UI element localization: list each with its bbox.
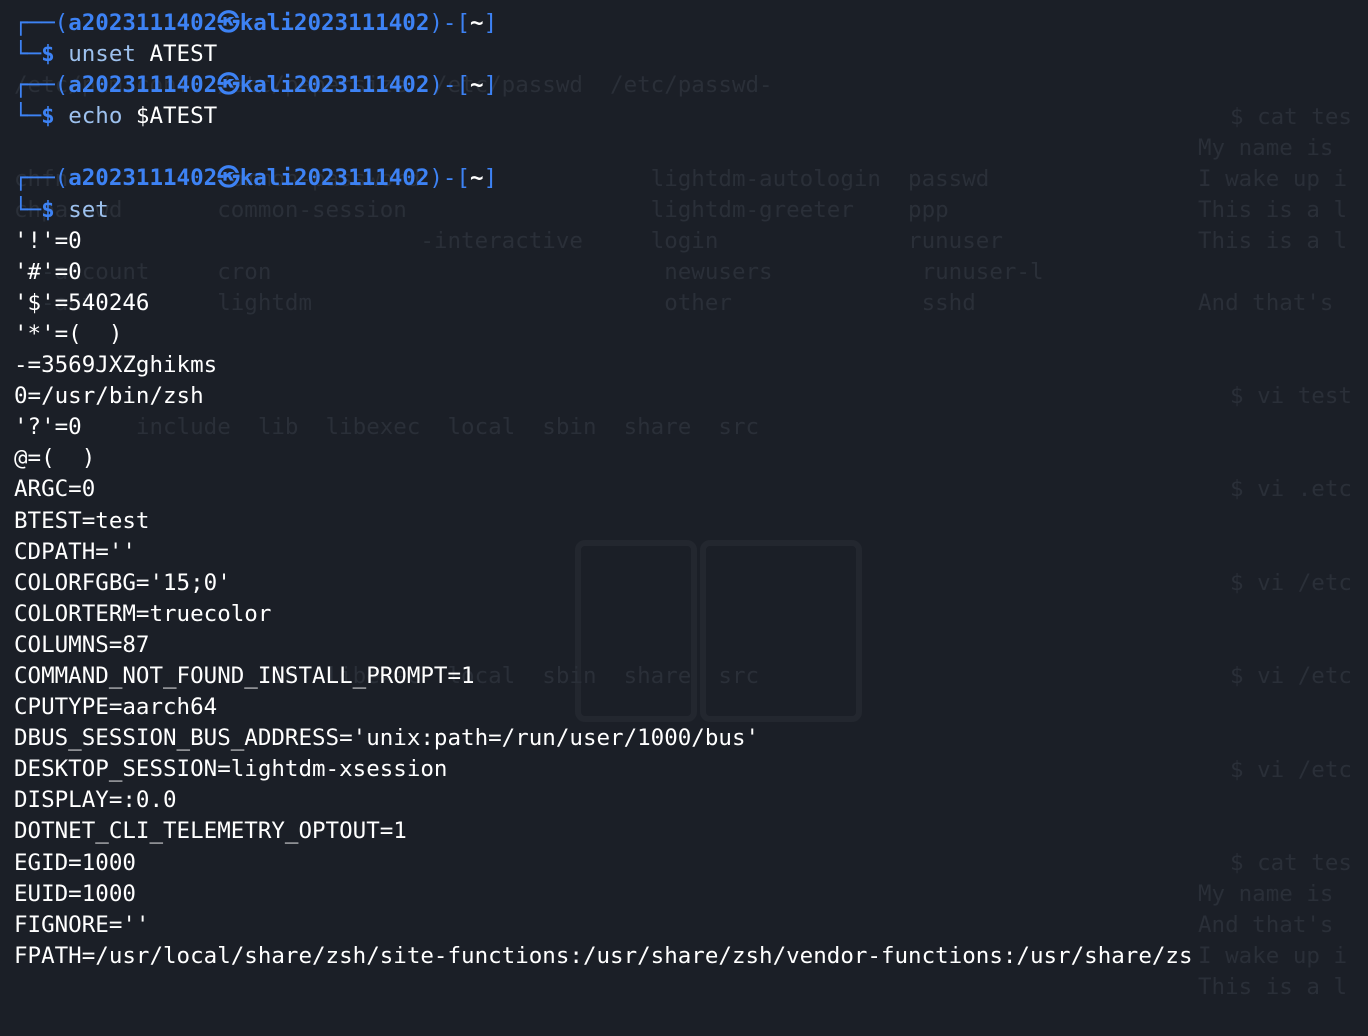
prompt-dollar: $ bbox=[41, 196, 69, 223]
output-line: '#'=0 bbox=[14, 258, 82, 285]
prompt-user: a2023111402 bbox=[68, 10, 218, 36]
output-line: -=3569JXZghikms bbox=[14, 352, 218, 379]
output-line: '$'=540246 bbox=[14, 289, 150, 316]
output-line: BTEST=test bbox=[14, 507, 150, 534]
prompt-bracket: ] bbox=[483, 10, 498, 36]
command-name: set bbox=[68, 196, 109, 223]
output-line: DESKTOP_SESSION=lightdm-xsession bbox=[14, 756, 448, 783]
prompt-host: kali2023111402 bbox=[239, 10, 430, 36]
output-line: DISPLAY=:0.0 bbox=[14, 787, 177, 814]
prompt-frame-bottom: └─ bbox=[14, 103, 42, 130]
output-line: DOTNET_CLI_TELEMETRY_OPTOUT=1 bbox=[14, 818, 407, 845]
prompt-header: ┌──(a2023111402㉿kali2023111402)-[~] bbox=[14, 163, 1368, 194]
prompt-cwd: ~ bbox=[470, 165, 484, 192]
prompt-skull-icon: ㉿ bbox=[217, 165, 240, 192]
prompt-host: kali2023111402 bbox=[239, 165, 430, 192]
prompt-frame-top: ┌──( bbox=[14, 72, 69, 99]
output-line: FPATH=/usr/local/share/zsh/site-function… bbox=[14, 942, 1193, 969]
output-line: CPUTYPE=aarch64 bbox=[14, 694, 218, 721]
command-name: echo bbox=[68, 103, 123, 130]
prompt-dollar: $ bbox=[41, 41, 69, 68]
prompt-frame-bottom: └─ bbox=[14, 41, 42, 68]
output-line: DBUS_SESSION_BUS_ADDRESS='unix:path=/run… bbox=[14, 725, 760, 752]
output-line: EUID=1000 bbox=[14, 880, 136, 907]
output-line: '*'=( ) bbox=[14, 320, 123, 347]
prompt-frame-top: ┌──( bbox=[14, 165, 69, 192]
prompt-host: kali2023111402 bbox=[239, 72, 430, 99]
output-line: COMMAND_NOT_FOUND_INSTALL_PROMPT=1 bbox=[14, 662, 475, 689]
command-args: ATEST bbox=[135, 41, 218, 68]
output-line: '?'=0 bbox=[14, 414, 82, 441]
output-line: COLUMNS=87 bbox=[14, 631, 150, 658]
prompt-command-line: └─$ unset ATEST bbox=[14, 39, 1368, 70]
prompt-cwd: ~ bbox=[470, 72, 484, 99]
output-line: EGID=1000 bbox=[14, 849, 136, 876]
prompt-dollar: $ bbox=[41, 103, 69, 130]
output-line: CDPATH='' bbox=[14, 538, 136, 565]
prompt-bracket: )-[ bbox=[429, 165, 471, 192]
prompt-skull-icon: ㉿ bbox=[217, 72, 240, 99]
prompt-bracket: )-[ bbox=[429, 10, 471, 36]
prompt-command-line: └─$ set bbox=[14, 195, 1368, 226]
command-args: $ATEST bbox=[122, 103, 218, 130]
terminal-output[interactable]: ┌──(a2023111402㉿kali2023111402)-[~] └─$ … bbox=[14, 8, 1368, 1036]
output-line: 0=/usr/bin/zsh bbox=[14, 383, 204, 410]
output-line: COLORFGBG='15;0' bbox=[14, 569, 231, 596]
output-line: '!'=0 bbox=[14, 227, 82, 254]
prompt-skull-icon: ㉿ bbox=[217, 10, 240, 36]
prompt-cwd: ~ bbox=[470, 10, 484, 36]
prompt-header: ┌──(a2023111402㉿kali2023111402)-[~] bbox=[14, 8, 1368, 39]
prompt-header: ┌──(a2023111402㉿kali2023111402)-[~] bbox=[14, 70, 1368, 101]
output-line: ARGC=0 bbox=[14, 476, 96, 503]
prompt-frame-top: ┌──( bbox=[14, 10, 69, 36]
output-line: @=( ) bbox=[14, 445, 96, 472]
prompt-user: a2023111402 bbox=[68, 72, 218, 99]
output-line: COLORTERM=truecolor bbox=[14, 600, 272, 627]
prompt-bracket: ] bbox=[483, 72, 498, 99]
prompt-command-line: └─$ echo $ATEST bbox=[14, 101, 1368, 132]
prompt-bracket: )-[ bbox=[429, 72, 471, 99]
prompt-user: a2023111402 bbox=[68, 165, 218, 192]
empty-output-line bbox=[14, 132, 1368, 163]
command-name: unset bbox=[68, 41, 136, 68]
prompt-bracket: ] bbox=[483, 165, 498, 192]
output-line: FIGNORE='' bbox=[14, 911, 150, 938]
prompt-frame-bottom: └─ bbox=[14, 196, 42, 223]
